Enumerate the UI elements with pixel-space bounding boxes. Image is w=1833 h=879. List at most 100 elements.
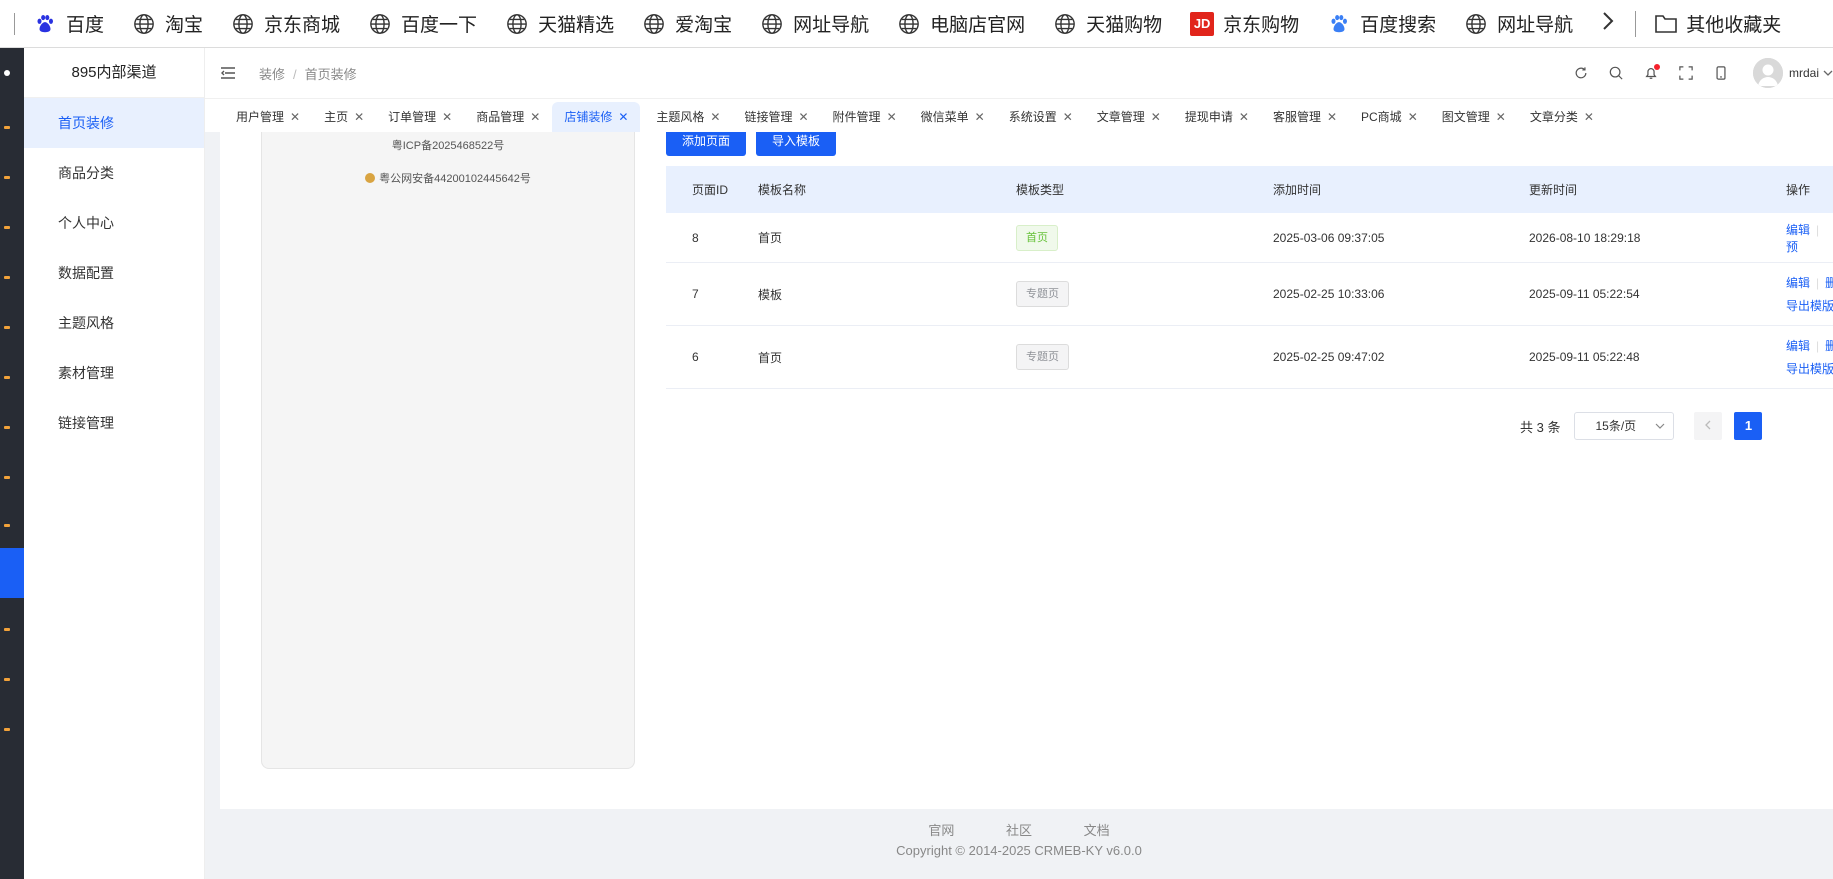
export-template-link[interactable]: 导出模版 — [1786, 297, 1833, 314]
close-icon[interactable]: ✕ — [1239, 102, 1249, 132]
refresh-icon[interactable] — [1564, 66, 1599, 80]
delete-link[interactable]: 删 — [1825, 339, 1833, 353]
bookmark-baidu-search-page[interactable]: 百度一下 — [368, 10, 477, 37]
close-icon[interactable]: ✕ — [1584, 102, 1594, 132]
rail-item-icon[interactable] — [4, 276, 10, 279]
close-icon[interactable]: ✕ — [290, 102, 300, 132]
edit-link[interactable]: 编辑 — [1786, 276, 1810, 290]
rail-item-icon[interactable] — [4, 628, 10, 631]
prev-page-button[interactable] — [1694, 412, 1723, 440]
close-icon[interactable]: ✕ — [975, 102, 985, 132]
edit-link[interactable]: 编辑 — [1786, 339, 1810, 353]
tab-user-management[interactable]: 用户管理 ✕ — [236, 102, 300, 132]
breadcrumb-item[interactable]: 装修 — [259, 67, 285, 82]
sidebar-item-link-management[interactable]: 链接管理 — [24, 398, 204, 448]
rail-item-icon[interactable] — [4, 476, 10, 479]
bookmark-jd-shop[interactable]: JD 京东购物 — [1190, 10, 1299, 37]
sidebar-item-personal-center[interactable]: 个人中心 — [24, 198, 204, 248]
sidebar-item-material[interactable]: 素材管理 — [24, 348, 204, 398]
rail-item-icon[interactable] — [4, 126, 10, 129]
close-icon[interactable]: ✕ — [618, 102, 628, 132]
table-row: 8 首页 首页 2025-03-06 09:37:05 2026-08-10 1… — [666, 213, 1833, 263]
tab-order-management[interactable]: 订单管理 ✕ — [388, 102, 452, 132]
bookmark-taobao[interactable]: 淘宝 — [132, 10, 203, 37]
search-icon[interactable] — [1599, 66, 1634, 80]
export-template-link[interactable]: 导出模版 — [1786, 360, 1833, 377]
tab-label: 店铺装修 — [564, 110, 613, 124]
rail-item-icon[interactable] — [4, 728, 10, 731]
footer-link-docs[interactable]: 文档 — [1084, 823, 1110, 838]
close-icon[interactable]: ✕ — [1408, 102, 1418, 132]
sub-sidebar: 895内部渠道 首页装修 商品分类 个人中心 数据配置 主题风格 素材管理 链接… — [24, 48, 205, 879]
other-bookmarks-folder[interactable]: 其他收藏夹 — [1654, 10, 1781, 37]
close-icon[interactable]: ✕ — [1327, 102, 1337, 132]
mobile-preview-icon[interactable] — [1704, 66, 1739, 80]
rail-item-active[interactable] — [0, 548, 24, 598]
tab-attachment-management[interactable]: 附件管理 ✕ — [833, 102, 897, 132]
close-icon[interactable]: ✕ — [1496, 102, 1506, 132]
preview-link[interactable]: 预 — [1786, 240, 1798, 254]
tab-product-management[interactable]: 商品管理 ✕ — [476, 102, 540, 132]
tab-label: 文章管理 — [1096, 110, 1145, 124]
avatar[interactable] — [1752, 58, 1783, 88]
bookmark-jd-mall[interactable]: 京东商城 — [231, 10, 340, 37]
breadcrumb-item: 首页装修 — [304, 66, 357, 82]
tab-withdraw-request[interactable]: 提现申请 ✕ — [1185, 102, 1249, 132]
menu-toggle-icon[interactable] — [221, 67, 251, 79]
chevron-down-icon[interactable] — [1823, 69, 1833, 77]
rail-item-icon[interactable] — [4, 678, 10, 681]
page-size-select[interactable]: 15条/页 — [1574, 412, 1675, 440]
column-header: 模板类型 — [1016, 183, 1065, 197]
close-icon[interactable]: ✕ — [798, 102, 808, 132]
tab-pc-mall[interactable]: PC商城 ✕ — [1361, 102, 1418, 132]
tab-system-settings[interactable]: 系统设置 ✕ — [1009, 102, 1073, 132]
sidebar-item-data-config[interactable]: 数据配置 — [24, 248, 204, 298]
close-icon[interactable]: ✕ — [710, 102, 720, 132]
bookmark-url-nav[interactable]: 网址导航 — [760, 10, 869, 37]
close-icon[interactable]: ✕ — [1151, 102, 1161, 132]
delete-link[interactable]: 删 — [1825, 276, 1833, 290]
tab-label: 订单管理 — [388, 110, 437, 124]
sidebar-item-product-category[interactable]: 商品分类 — [24, 148, 204, 198]
close-icon[interactable]: ✕ — [887, 102, 897, 132]
rail-item-icon[interactable] — [4, 326, 10, 329]
close-icon[interactable]: ✕ — [530, 102, 540, 132]
bookmark-ai-taobao[interactable]: 爱淘宝 — [642, 10, 732, 37]
import-template-button[interactable]: 导入模板 — [756, 132, 837, 156]
tab-label: 微信菜单 — [920, 110, 969, 124]
tab-image-text[interactable]: 图文管理 ✕ — [1442, 102, 1506, 132]
bookmark-baidu[interactable]: 百度 — [33, 10, 104, 37]
bookmark-tmall-shop[interactable]: 天猫购物 — [1053, 10, 1162, 37]
tab-theme-style[interactable]: 主题风格 ✕ — [656, 102, 720, 132]
add-page-button[interactable]: 添加页面 — [666, 132, 747, 156]
sidebar-item-theme-style[interactable]: 主题风格 — [24, 298, 204, 348]
close-icon[interactable]: ✕ — [1063, 102, 1073, 132]
rail-item-icon[interactable] — [4, 524, 10, 527]
tab-home[interactable]: 主页 ✕ — [324, 102, 364, 132]
tab-wechat-menu[interactable]: 微信菜单 ✕ — [921, 102, 985, 132]
tab-article-category[interactable]: 文章分类 ✕ — [1530, 102, 1594, 132]
rail-item-icon[interactable] — [4, 426, 10, 429]
close-icon[interactable]: ✕ — [442, 102, 452, 132]
bookmark-tmall-select[interactable]: 天猫精选 — [505, 10, 614, 37]
bookmark-url-nav-2[interactable]: 网址导航 — [1464, 10, 1573, 37]
bell-icon[interactable] — [1634, 64, 1669, 80]
rail-item-icon[interactable] — [4, 376, 10, 379]
page-number-button[interactable]: 1 — [1734, 412, 1763, 440]
footer-link-official[interactable]: 官网 — [928, 823, 954, 838]
sidebar-item-home-decoration[interactable]: 首页装修 — [24, 98, 204, 148]
tab-store-decoration[interactable]: 店铺装修 ✕ — [552, 102, 641, 132]
bookmark-pc-store[interactable]: 电脑店官网 — [897, 10, 1025, 37]
chevron-right-icon[interactable] — [1601, 11, 1615, 37]
username[interactable]: mrdai — [1789, 66, 1819, 80]
close-icon[interactable]: ✕ — [354, 102, 364, 132]
edit-link[interactable]: 编辑 — [1786, 223, 1810, 237]
tab-link-management[interactable]: 链接管理 ✕ — [744, 102, 808, 132]
tab-customer-service[interactable]: 客服管理 ✕ — [1273, 102, 1337, 132]
fullscreen-icon[interactable] — [1669, 66, 1704, 80]
bookmark-baidu-search[interactable]: 百度搜索 — [1327, 10, 1436, 37]
tab-article-management[interactable]: 文章管理 ✕ — [1097, 102, 1161, 132]
rail-item-icon[interactable] — [4, 226, 10, 229]
rail-item-icon[interactable] — [4, 176, 10, 179]
footer-link-community[interactable]: 社区 — [1006, 823, 1032, 838]
